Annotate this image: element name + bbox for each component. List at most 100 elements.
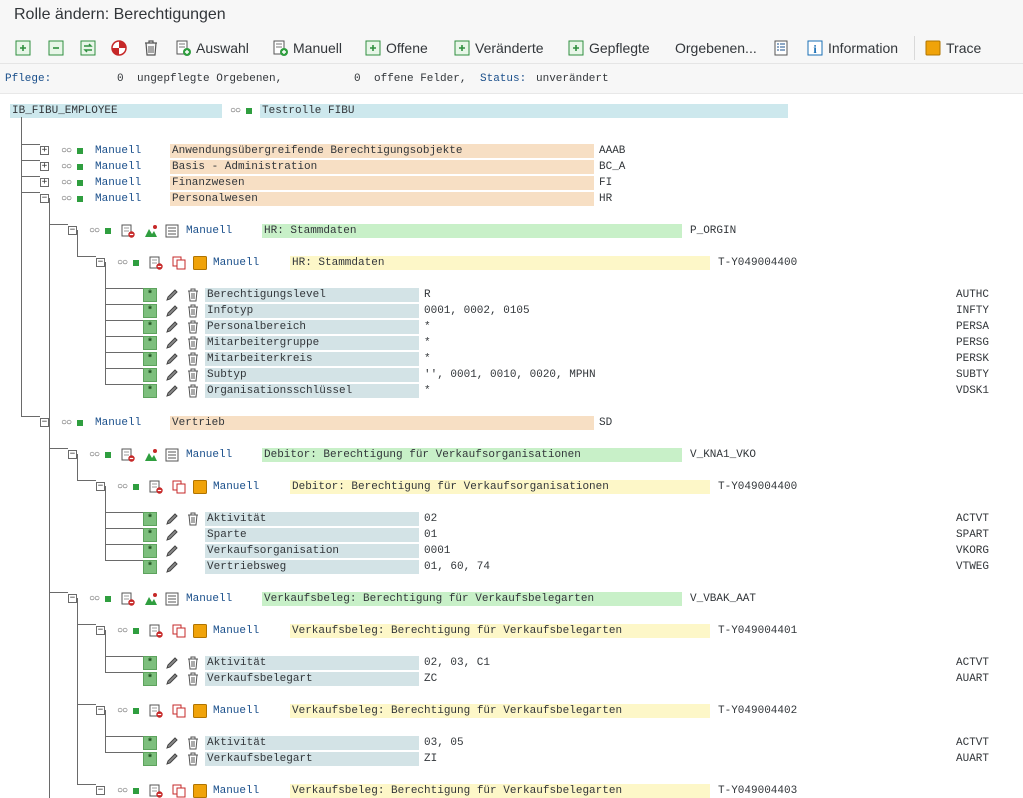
field-row[interactable]: * Verkaufsbelegart ZI AUART: [0, 752, 1023, 768]
expand-node-button[interactable]: +: [40, 178, 49, 187]
field-row[interactable]: * Aktivität 02, 03, C1 ACTVT: [0, 656, 1023, 672]
expand-all-button[interactable]: [14, 36, 32, 60]
star-button[interactable]: *: [143, 336, 157, 350]
pencil-icon[interactable]: [165, 352, 179, 366]
field-row[interactable]: * Berechtigungslevel R AUTHC: [0, 288, 1023, 304]
trash-icon[interactable]: [186, 656, 200, 670]
authorization-node[interactable]: − ○○ Manuell HR: Stammdaten T-Y049004400: [0, 256, 1023, 272]
object-node[interactable]: − ○○ Manuell Debitor: Berechtigung für Verk…: [0, 448, 1023, 464]
copy-icon[interactable]: [172, 624, 186, 638]
delete-authorization-icon[interactable]: [149, 704, 163, 718]
expand-node-button[interactable]: +: [40, 146, 49, 155]
copy-icon[interactable]: [172, 784, 186, 798]
trash-icon[interactable]: [186, 736, 200, 750]
trash-icon[interactable]: [186, 384, 200, 398]
delete-authorization-icon[interactable]: [149, 256, 163, 270]
star-button[interactable]: *: [143, 384, 157, 398]
category-node[interactable]: + ○○ Manuell Finanzwesen FI: [0, 176, 1023, 192]
pencil-icon[interactable]: [165, 736, 179, 750]
copy-icon[interactable]: [172, 480, 186, 494]
status-button[interactable]: [110, 36, 128, 60]
star-button[interactable]: *: [143, 752, 157, 766]
delete-authorization-icon[interactable]: [149, 480, 163, 494]
trash-icon[interactable]: [186, 752, 200, 766]
collapse-node-button[interactable]: −: [40, 418, 49, 427]
delete-object-icon[interactable]: [121, 224, 135, 238]
delete-authorization-icon[interactable]: [149, 624, 163, 638]
collapse-node-button[interactable]: −: [68, 450, 77, 459]
field-row[interactable]: * Infotyp 0001, 0002, 0105 INFTY: [0, 304, 1023, 320]
star-button[interactable]: *: [143, 544, 157, 558]
collapse-node-button[interactable]: −: [96, 482, 105, 491]
manuell-button[interactable]: Manuell: [271, 36, 342, 60]
trash-icon[interactable]: [186, 512, 200, 526]
gepflegte-button[interactable]: Gepflegte: [567, 36, 650, 60]
pencil-icon[interactable]: [165, 544, 179, 558]
delete-authorization-icon[interactable]: [149, 784, 163, 798]
star-button[interactable]: *: [143, 656, 157, 670]
delete-object-icon[interactable]: [121, 592, 135, 606]
pencil-icon[interactable]: [165, 384, 179, 398]
orgebenen-button[interactable]: Orgebenen...: [675, 36, 757, 60]
field-row[interactable]: * Verkaufsbelegart ZC AUART: [0, 672, 1023, 688]
field-row[interactable]: * Personalbereich * PERSA: [0, 320, 1023, 336]
collapse-node-button[interactable]: −: [68, 226, 77, 235]
collapse-node-button[interactable]: −: [40, 194, 49, 203]
trash-icon[interactable]: [186, 304, 200, 318]
category-node[interactable]: − ○○ Manuell Vertrieb SD: [0, 416, 1023, 432]
authorization-node[interactable]: − ○○ Manuell Verkaufsbeleg: Berechtigung fü…: [0, 704, 1023, 720]
list-button[interactable]: [772, 36, 790, 60]
pencil-icon[interactable]: [165, 528, 179, 542]
trash-icon[interactable]: [186, 336, 200, 350]
trash-icon[interactable]: [186, 288, 200, 302]
offene-button[interactable]: Offene: [364, 36, 428, 60]
star-button[interactable]: *: [143, 672, 157, 686]
pencil-icon[interactable]: [165, 320, 179, 334]
object-node[interactable]: − ○○ Manuell Verkaufsbeleg: Berechtigung fü…: [0, 592, 1023, 608]
expand-node-button[interactable]: +: [40, 162, 49, 171]
category-node[interactable]: + ○○ Manuell Basis - Administration BC_A: [0, 160, 1023, 176]
field-row[interactable]: * Subtyp '', 0001, 0010, 0020, MPHN SUBTY: [0, 368, 1023, 384]
trash-icon[interactable]: [186, 368, 200, 382]
trace-button[interactable]: Trace: [924, 36, 981, 60]
trash-icon[interactable]: [186, 320, 200, 334]
pencil-icon[interactable]: [165, 672, 179, 686]
star-button[interactable]: *: [143, 320, 157, 334]
change-button[interactable]: [79, 36, 97, 60]
star-button[interactable]: *: [143, 512, 157, 526]
copy-icon[interactable]: [172, 704, 186, 718]
collapse-all-button[interactable]: [47, 36, 65, 60]
trash-icon[interactable]: [186, 352, 200, 366]
information-button[interactable]: i Information: [806, 36, 898, 60]
pencil-icon[interactable]: [165, 336, 179, 350]
root-node[interactable]: IB_FIBU_EMPLOYEE ○○ Testrolle FIBU: [0, 104, 1023, 120]
authorization-node[interactable]: − ○○ Manuell Verkaufsbeleg: Berechtigung fü…: [0, 624, 1023, 640]
pencil-icon[interactable]: [165, 512, 179, 526]
star-button[interactable]: *: [143, 560, 157, 574]
pencil-icon[interactable]: [165, 656, 179, 670]
field-row[interactable]: * Sparte 01 SPART: [0, 528, 1023, 544]
trash-icon[interactable]: [186, 672, 200, 686]
star-button[interactable]: *: [143, 288, 157, 302]
star-button[interactable]: *: [143, 352, 157, 366]
collapse-node-button[interactable]: −: [96, 258, 105, 267]
star-button[interactable]: *: [143, 528, 157, 542]
veraenderte-button[interactable]: Veränderte: [453, 36, 544, 60]
category-node[interactable]: − ○○ Manuell Personalwesen HR: [0, 192, 1023, 208]
auswahl-button[interactable]: Auswahl: [174, 36, 249, 60]
field-row[interactable]: * Verkaufsorganisation 0001 VKORG: [0, 544, 1023, 560]
star-button[interactable]: *: [143, 736, 157, 750]
star-button[interactable]: *: [143, 368, 157, 382]
delete-object-icon[interactable]: [121, 448, 135, 462]
collapse-node-button[interactable]: −: [96, 786, 105, 795]
category-node[interactable]: + ○○ Manuell Anwendungsübergreifende Berech…: [0, 144, 1023, 160]
pencil-icon[interactable]: [165, 304, 179, 318]
pencil-icon[interactable]: [165, 368, 179, 382]
field-row[interactable]: * Vertriebsweg 01, 60, 74 VTWEG: [0, 560, 1023, 576]
field-row[interactable]: * Organisationsschlüssel * VDSK1: [0, 384, 1023, 400]
collapse-node-button[interactable]: −: [68, 594, 77, 603]
authorization-node[interactable]: − ○○ Manuell Debitor: Berechtigung für Verk…: [0, 480, 1023, 496]
field-row[interactable]: * Aktivität 03, 05 ACTVT: [0, 736, 1023, 752]
collapse-node-button[interactable]: −: [96, 706, 105, 715]
authorization-node[interactable]: − ○○ Manuell Verkaufsbeleg: Berechtigung fü…: [0, 784, 1023, 798]
